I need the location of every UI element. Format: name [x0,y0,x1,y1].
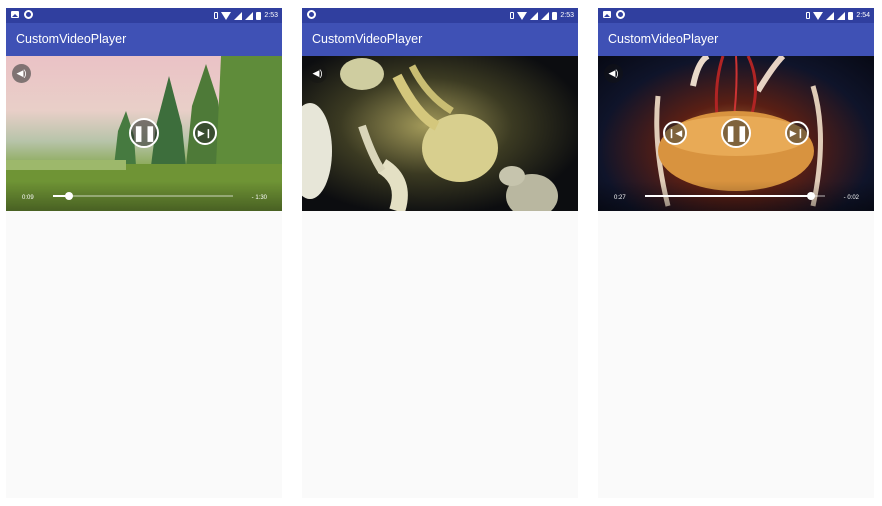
app-bar: CustomVideoPlayer [302,23,578,56]
status-time: 2:53 [264,12,278,19]
current-time: 0:27 [614,195,626,201]
phone-screen-2: 2:53 CustomVideoPlayer ◀) [302,8,578,498]
signal-icon [837,11,846,20]
vibrate-icon [806,12,811,19]
status-time: 2:53 [560,12,574,19]
next-button[interactable]: ▶❙ [785,121,809,145]
skip-previous-icon: ❙◀ [667,127,683,138]
vibrate-icon [214,12,219,19]
wifi-icon [813,11,824,20]
volume-button[interactable]: ◀) [604,64,623,83]
volume-icon: ◀) [312,68,323,78]
phone-screen-3: 2:54 CustomVideoPlayer ◀) ❙◀ ❚❚ ▶❙ 0:27 … [598,8,874,498]
image-notification-icon [603,11,611,18]
pause-button[interactable]: ❚❚ [129,118,159,148]
battery-icon [256,11,262,20]
skip-next-icon: ▶❙ [789,127,805,138]
seek-bar-fill [645,195,811,197]
app-title: CustomVideoPlayer [312,32,423,46]
phone-screen-1: 2:53 CustomVideoPlayer ◀) ❚❚ ▶❙ 0:09 - 1… [6,8,282,498]
sync-notification-icon [24,10,33,19]
previous-button[interactable]: ❙◀ [663,121,687,145]
pause-button[interactable]: ❚❚ [721,118,751,148]
progress-bar: 0:09 - 1:30 [6,181,282,211]
seek-bar[interactable] [53,192,233,200]
battery-icon [848,11,854,20]
app-title: CustomVideoPlayer [16,32,127,46]
next-button[interactable]: ▶❙ [193,121,217,145]
current-time: 0:09 [22,195,34,201]
image-notification-icon [11,11,19,18]
signal-icon [826,11,835,20]
pause-icon: ❚❚ [724,125,748,142]
volume-button[interactable]: ◀) [308,64,327,83]
wifi-icon [517,11,528,20]
remaining-time: - 1:30 [251,195,267,201]
pause-icon: ❚❚ [132,125,156,142]
vibrate-icon [510,12,515,19]
sync-notification-icon [616,10,625,19]
app-bar: CustomVideoPlayer [6,23,282,56]
status-bar: 2:53 [302,8,578,23]
progress-bar: 0:27 - 0:02 [598,181,874,211]
video-frame-moon-jellyfish [302,58,558,211]
app-bar: CustomVideoPlayer [598,23,874,56]
battery-icon [552,11,558,20]
status-time: 2:54 [856,12,870,19]
video-player[interactable]: ◀) ❙◀ ❚❚ ▶❙ 0:27 - 0:02 [598,56,874,211]
signal-icon [245,11,254,20]
app-title: CustomVideoPlayer [608,32,719,46]
seek-thumb[interactable] [65,192,74,200]
status-bar: 2:54 [598,8,874,23]
seek-bar[interactable] [645,192,825,200]
signal-icon [541,11,550,20]
seek-thumb[interactable] [806,192,815,200]
remaining-time: - 0:02 [843,195,859,201]
volume-icon: ◀) [608,68,619,78]
wifi-icon [221,11,232,20]
sync-notification-icon [307,10,316,19]
signal-icon [234,11,243,20]
video-player[interactable]: ◀) ❚❚ ▶❙ 0:09 - 1:30 [6,56,282,211]
video-player[interactable]: ◀) [302,56,578,211]
signal-icon [530,11,539,20]
volume-button[interactable]: ◀) [12,64,31,83]
skip-next-icon: ▶❙ [197,127,213,138]
volume-icon: ◀) [16,68,27,78]
status-bar: 2:53 [6,8,282,23]
